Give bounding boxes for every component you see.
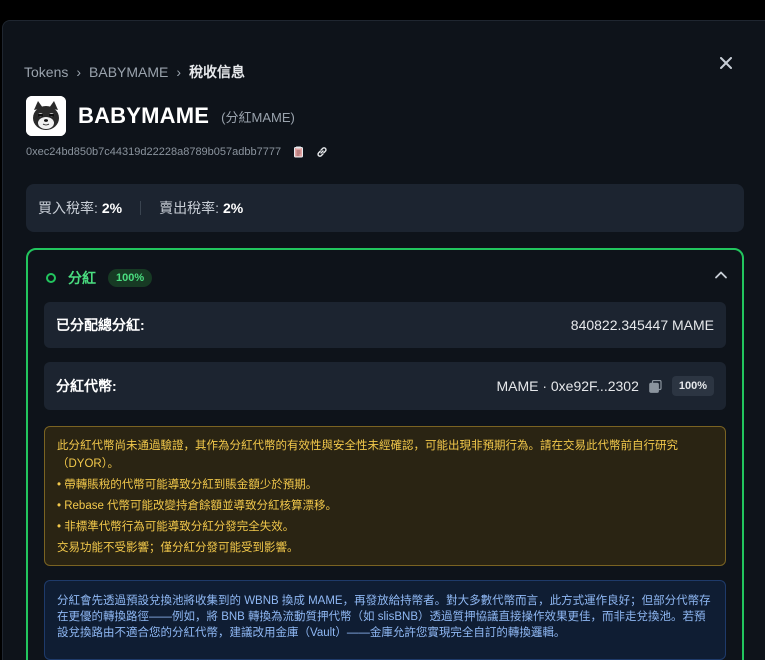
dividend-token-percent: 100% bbox=[671, 376, 714, 396]
close-icon bbox=[720, 57, 732, 69]
copy-icon bbox=[649, 379, 662, 393]
token-subtitle: (分紅MAME) bbox=[221, 109, 295, 125]
breadcrumb-separator: › bbox=[176, 64, 182, 80]
token-address[interactable]: 0xec24bd850b7c44319d22228a8789b057adbb77… bbox=[26, 146, 281, 158]
warning-bullet: • 帶轉賬稅的代幣可能導致分紅到賬金額少於預期。 bbox=[57, 479, 318, 491]
chevron-up-icon bbox=[715, 271, 727, 279]
token-address-row: 0xec24bd850b7c44319d22228a8789b057adbb77… bbox=[26, 145, 329, 159]
warning-bullet: • Rebase 代幣可能改變持倉餘額並導致分紅核算漂移。 bbox=[57, 500, 338, 512]
link-icon bbox=[317, 147, 327, 157]
dividend-title: 分紅 bbox=[68, 270, 96, 286]
sell-tax-value: 2% bbox=[223, 200, 244, 216]
explorer-link-button[interactable] bbox=[315, 145, 329, 159]
total-distributed-label: 已分配總分紅: bbox=[56, 317, 145, 333]
dividend-percent-badge: 100% bbox=[108, 269, 153, 287]
swap-route-info: 分紅會先透過預設兌換池將收集到的 WBNB 換成 MAME，再發放給持幣者。對大… bbox=[44, 580, 726, 660]
collapse-button[interactable] bbox=[714, 268, 728, 282]
warning-intro: 此分紅代幣尚未通過驗證，其作為分紅代幣的有效性與安全性未經確認，可能出現非預期行… bbox=[57, 440, 678, 470]
dividend-token-label: 分紅代幣: bbox=[56, 378, 117, 394]
token-name: BABYMAME bbox=[78, 103, 210, 128]
dividend-token-value: MAME · 0xe92F...2302 bbox=[496, 378, 639, 394]
breadcrumb: Tokens › BABYMAME › 稅收信息 bbox=[24, 62, 245, 82]
unverified-token-warning: 此分紅代幣尚未通過驗證，其作為分紅代幣的有效性與安全性未經確認，可能出現非預期行… bbox=[44, 426, 726, 566]
breadcrumb-token[interactable]: BABYMAME bbox=[89, 64, 168, 80]
info-text: 分紅會先透過預設兌換池將收集到的 WBNB 換成 MAME，再發放給持幣者。對大… bbox=[57, 595, 711, 639]
copy-token-button[interactable] bbox=[649, 379, 662, 393]
status-dot-icon bbox=[46, 273, 56, 283]
total-distributed-row: 已分配總分紅: 840822.345447 MAME bbox=[44, 302, 726, 348]
total-distributed-value: 840822.345447 MAME bbox=[570, 317, 714, 333]
buy-tax-value: 2% bbox=[101, 200, 123, 216]
dividend-section-header[interactable]: 分紅 100% bbox=[46, 268, 153, 288]
warning-footer: 交易功能不受影響；僅分紅分發可能受到影響。 bbox=[57, 542, 299, 554]
breadcrumb-current: 稅收信息 bbox=[189, 64, 246, 80]
buy-tax-label: 買入稅率: bbox=[38, 200, 98, 216]
shiba-logo-icon bbox=[26, 96, 66, 136]
warning-bullet: • 非標準代幣行為可能導致分紅分發完全失效。 bbox=[57, 521, 295, 533]
dividend-token-info: MAME · 0xe92F...2302 100% bbox=[496, 376, 714, 396]
tax-divider bbox=[140, 201, 142, 215]
breadcrumb-separator: › bbox=[76, 64, 82, 80]
token-header: BABYMAME (分紅MAME) bbox=[26, 96, 295, 136]
dividend-section: 分紅 100% 已分配總分紅: 840822.345447 MAME 分紅代幣:… bbox=[26, 248, 744, 660]
close-button[interactable] bbox=[716, 53, 736, 73]
tax-rates-bar: 買入稅率: 2% 賣出稅率: 2% bbox=[26, 184, 744, 232]
copy-icon bbox=[293, 146, 303, 158]
breadcrumb-tokens[interactable]: Tokens bbox=[24, 64, 68, 80]
sell-tax-label: 賣出稅率: bbox=[159, 200, 220, 216]
copy-address-button[interactable] bbox=[291, 145, 305, 159]
token-avatar bbox=[26, 96, 66, 136]
dividend-token-row: 分紅代幣: MAME · 0xe92F...2302 100% bbox=[44, 362, 726, 410]
